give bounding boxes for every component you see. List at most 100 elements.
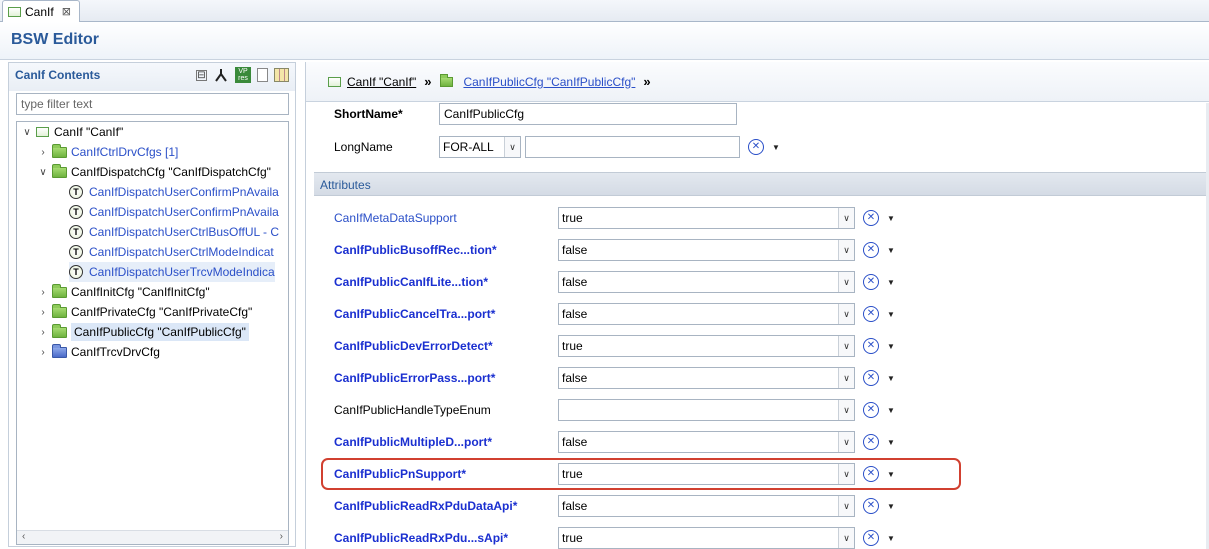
attribute-value: false — [562, 307, 588, 321]
longname-language-select[interactable]: FOR-ALL ∨ — [439, 136, 521, 158]
document-icon[interactable] — [257, 68, 268, 82]
shortname-input[interactable]: CanIfPublicCfg — [439, 103, 737, 125]
scroll-right-icon[interactable]: › — [280, 531, 283, 542]
collapse-all-icon[interactable]: ⊟ — [196, 69, 207, 81]
attribute-value-select[interactable]: false ∨ — [558, 367, 855, 389]
chevron-down-icon[interactable]: ∨ — [838, 240, 854, 260]
clear-icon[interactable]: ✕ — [748, 139, 764, 155]
dropdown-icon[interactable]: ▼ — [887, 278, 895, 287]
tree-item-publiccfg[interactable]: › CanIfPublicCfg "CanIfPublicCfg" — [37, 322, 249, 342]
tree-item-canif[interactable]: ∨ CanIf "CanIf" — [21, 122, 123, 142]
dropdown-icon[interactable]: ▼ — [887, 214, 895, 223]
attribute-value-select[interactable]: true ∨ — [558, 463, 855, 485]
attribute-value-select[interactable]: true ∨ — [558, 335, 855, 357]
tree-item-dispatch-user[interactable]: T CanIfDispatchUserCtrlModeIndicat — [69, 242, 274, 262]
attribute-value-select[interactable]: ∨ — [558, 399, 855, 421]
tree-horizontal-scrollbar[interactable]: ‹ › — [17, 530, 288, 544]
tree-item-privatecfg[interactable]: › CanIfPrivateCfg "CanIfPrivateCfg" — [37, 302, 252, 322]
dropdown-icon[interactable]: ▼ — [887, 438, 895, 447]
chevron-down-icon[interactable]: ∨ — [838, 368, 854, 388]
clear-icon[interactable]: ✕ — [863, 434, 879, 450]
clear-icon[interactable]: ✕ — [863, 210, 879, 226]
tree-item-dispatch-user[interactable]: T CanIfDispatchUserConfirmPnAvaila — [69, 182, 279, 202]
tree-item-trcvdrvcfg[interactable]: › CanIfTrcvDrvCfg — [37, 342, 160, 362]
chevron-down-icon[interactable]: ∨ — [504, 137, 520, 157]
clear-icon[interactable]: ✕ — [863, 530, 879, 546]
clear-icon[interactable]: ✕ — [863, 274, 879, 290]
tree-item-dispatch-user[interactable]: T CanIfDispatchUserConfirmPnAvaila — [69, 202, 279, 222]
attributes-section-header[interactable]: Attributes — [314, 172, 1209, 196]
clear-icon[interactable]: ✕ — [863, 242, 879, 258]
close-icon[interactable]: ⊠ — [62, 5, 71, 18]
longname-input[interactable] — [525, 136, 740, 158]
breadcrumb-item-canif[interactable]: CanIf "CanIf" — [347, 75, 416, 89]
chevron-down-icon[interactable]: ∨ — [838, 528, 854, 548]
tree-item-label: CanIfDispatchUserCtrlModeIndicat — [89, 245, 274, 259]
dropdown-icon[interactable]: ▼ — [772, 143, 780, 152]
dropdown-icon[interactable]: ▼ — [887, 470, 895, 479]
tree-item-initcfg[interactable]: › CanIfInitCfg "CanIfInitCfg" — [37, 282, 210, 302]
tree-filter-input[interactable] — [16, 93, 289, 115]
tree-item-ctrldrvcfgs[interactable]: › CanIfCtrlDrvCfgs [1] — [37, 142, 178, 162]
dropdown-icon[interactable]: ▼ — [887, 502, 895, 511]
attribute-value-select[interactable]: false ∨ — [558, 495, 855, 517]
chevron-right-icon[interactable]: › — [37, 307, 49, 318]
clear-icon[interactable]: ✕ — [863, 370, 879, 386]
link-editor-icon[interactable] — [213, 67, 229, 83]
chevron-down-icon[interactable]: ∨ — [838, 272, 854, 292]
tree-item-dispatch-user[interactable]: T CanIfDispatchUserTrcvModeIndica — [69, 262, 275, 282]
clear-icon[interactable]: ✕ — [863, 338, 879, 354]
folder-icon — [440, 73, 454, 87]
tree-item-dispatchcfg[interactable]: ∨ CanIfDispatchCfg "CanIfDispatchCfg" — [37, 162, 271, 182]
clear-icon[interactable]: ✕ — [863, 498, 879, 514]
chevron-down-icon[interactable]: ∨ — [838, 208, 854, 228]
tree-item-label: CanIfInitCfg "CanIfInitCfg" — [71, 285, 210, 299]
attribute-value-select[interactable]: false ∨ — [558, 431, 855, 453]
dropdown-icon[interactable]: ▼ — [887, 310, 895, 319]
dropdown-icon[interactable]: ▼ — [887, 406, 895, 415]
chevron-right-icon[interactable]: › — [37, 287, 49, 298]
chevron-down-icon[interactable]: ∨ — [838, 400, 854, 420]
attribute-value-select[interactable]: false ∨ — [558, 239, 855, 261]
attribute-value-select[interactable]: false ∨ — [558, 271, 855, 293]
chevron-right-icon[interactable]: › — [37, 147, 49, 158]
attribute-value: true — [562, 531, 583, 545]
chevron-right-icon[interactable]: › — [37, 327, 49, 338]
table-view-icon[interactable] — [274, 68, 289, 82]
dropdown-icon[interactable]: ▼ — [887, 374, 895, 383]
longname-label: LongName — [334, 140, 393, 154]
attribute-value-select[interactable]: true ∨ — [558, 207, 855, 229]
tree-item-label: CanIfPublicCfg "CanIfPublicCfg" — [71, 323, 249, 341]
clear-icon[interactable]: ✕ — [863, 402, 879, 418]
scroll-left-icon[interactable]: ‹ — [22, 531, 25, 542]
parameter-t-icon: T — [69, 185, 83, 199]
chevron-right-icon[interactable]: › — [37, 347, 49, 358]
chevron-down-icon[interactable]: ∨ — [838, 432, 854, 452]
chevron-down-icon[interactable]: ∨ — [838, 304, 854, 324]
breadcrumb-item-publiccfg[interactable]: CanIfPublicCfg "CanIfPublicCfg" — [463, 75, 635, 89]
breadcrumb-separator[interactable]: » — [643, 74, 650, 89]
attribute-label: CanIfPublicReadRxPdu...sApi* — [334, 531, 509, 545]
dropdown-icon[interactable]: ▼ — [887, 534, 895, 543]
breadcrumb-separator[interactable]: » — [424, 74, 431, 89]
clear-icon[interactable]: ✕ — [863, 306, 879, 322]
chevron-down-icon[interactable]: ∨ — [838, 464, 854, 484]
attribute-value-select[interactable]: true ∨ — [558, 527, 855, 549]
attribute-value: false — [562, 275, 588, 289]
attribute-row-pnsupport: CanIfPublicPnSupport* true ∨ ✕ ▼ — [314, 458, 1209, 490]
folder-icon — [52, 283, 67, 298]
chevron-down-icon[interactable]: ∨ — [21, 127, 33, 138]
attributes-section-title: Attributes — [320, 178, 371, 192]
variant-icon[interactable]: VP res — [235, 67, 251, 83]
dropdown-icon[interactable]: ▼ — [887, 246, 895, 255]
chevron-down-icon[interactable]: ∨ — [838, 496, 854, 516]
chevron-down-icon[interactable]: ∨ — [838, 336, 854, 356]
dropdown-icon[interactable]: ▼ — [887, 342, 895, 351]
tree-item-label: CanIfDispatchCfg "CanIfDispatchCfg" — [71, 165, 271, 179]
clear-icon[interactable]: ✕ — [863, 466, 879, 482]
attribute-value-select[interactable]: false ∨ — [558, 303, 855, 325]
tree-item-dispatch-user[interactable]: T CanIfDispatchUserCtrlBusOffUL - C — [69, 222, 279, 242]
chevron-down-icon[interactable]: ∨ — [37, 167, 49, 178]
editor-tab-canif[interactable]: CanIf ⊠ — [2, 0, 80, 22]
folder-icon — [52, 143, 67, 158]
